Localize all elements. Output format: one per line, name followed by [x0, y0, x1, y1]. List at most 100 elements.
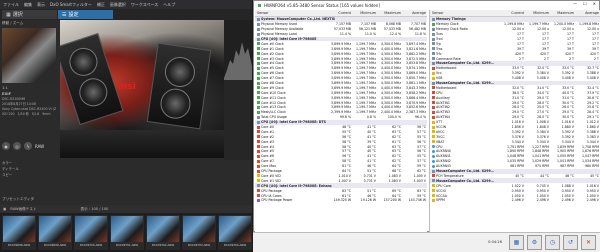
sensor-row[interactable]: Core #2 Clock 3,899.9 MHz 1,199.7 MHz 4,300… — [255, 51, 427, 56]
menu-item[interactable]: 表示 — [37, 2, 45, 8]
sensor-row[interactable]: Core #5 Clock 3,899.9 MHz 1,199.7 MHz 4,400… — [255, 66, 427, 71]
column-header[interactable]: Maximum — [550, 11, 575, 15]
film-thumbnail[interactable]: DSC09704.ARW — [218, 215, 252, 250]
sensor-row[interactable]: Core #6 56 °C 41 °C 62 °C 55 °C — [255, 154, 427, 159]
tab-select[interactable]: ▦ 選択 — [2, 10, 57, 19]
film-thumbnail[interactable]: DSC09699.ARW — [38, 215, 72, 250]
sensor-row[interactable]: Motherboard 33.0 °C 32.0 °C 33.0 °C 32.7 °C — [430, 66, 600, 71]
sensor-row[interactable]: AUXFAN2 1,035 RPM 1,029 RPM 1,041 RPM 1,034 … — [430, 159, 600, 164]
sensor-row[interactable]: Mesh/LLC Clock 2,399.9 MHz 1,199.7 MHz 2,40… — [255, 110, 427, 115]
sensor-row[interactable]: Core #0 Clock 3,899.9 MHz 1,199.7 MHz 4,300… — [255, 41, 427, 46]
menu-item[interactable]: 編集 — [24, 2, 32, 8]
menu-item[interactable]: ワークスペース — [131, 2, 158, 8]
sensor-row[interactable]: VSB 3.408 V 3.408 V 3.408 V 3.408 V — [430, 76, 600, 81]
sensor-row[interactable]: Physical Memory Load 11.4 % 11.0 % 12.4 % 11… — [255, 32, 427, 37]
sensor-row[interactable]: Core #7 58 °C 41 °C 62 °C 57 °C — [255, 159, 427, 164]
close-icon[interactable]: ✕ — [593, 1, 596, 6]
sensor-row[interactable]: AUXTIN3 29.0 °C 27.0 °C 29.0 °C 28.4 °C — [430, 110, 600, 115]
sensor-row[interactable]: Core #4 58 °C 40 °C 63 °C 57 °C — [255, 144, 427, 149]
column-header[interactable]: Maximum — [377, 11, 402, 15]
sensor-row[interactable]: VCCIN 1.856 V 1.848 V 1.880 V 1.860 V — [430, 125, 600, 130]
column-header[interactable]: Minimum — [525, 11, 550, 15]
sensor-row[interactable]: AUXTIN4 29.0 °C 28.0 °C 30.0 °C 29.1 °C — [430, 115, 600, 120]
sensor-row[interactable]: CPU Core 1.022 V 0.745 V 1.088 V 1.016 V — [430, 183, 600, 188]
sensor-row[interactable]: Motherboard 32.0 °C 31.0 °C 33.0 °C 32.4 °C — [430, 85, 600, 90]
sensor-row[interactable]: Core #10 Clock 3,899.9 MHz 1,199.7 MHz 4,30… — [255, 90, 427, 95]
sensor-row[interactable]: Core #3 58 °C 39 °C 61 °C 56 °C — [255, 139, 427, 144]
sensor-row[interactable]: Trp 17 T 17 T 17 T 17 T — [430, 41, 600, 46]
sensor-row[interactable]: Tras 39 T 39 T 39 T 39 T — [430, 46, 600, 51]
sensor-row[interactable]: AUXFAN3 981 RPM 975 RPM 987 RPM 980 RPM — [430, 164, 600, 169]
close-icon[interactable]: ✕ — [581, 235, 596, 250]
column-header[interactable]: Minimum — [352, 11, 377, 15]
sensor-row[interactable]: Trcd 17 T 17 T 17 T 17 T — [430, 37, 600, 42]
main-image-viewer[interactable]: msi — [60, 20, 224, 158]
sensor-row[interactable]: AUXTIN2 26.0 °C 25.0 °C 26.0 °C 25.8 °C — [430, 105, 600, 110]
film-thumbnail[interactable]: DSC09701.ARW — [110, 215, 144, 250]
settings-icon[interactable]: ⚙ — [527, 235, 542, 250]
maximize-icon[interactable]: ☐ — [583, 1, 587, 6]
menu-item[interactable]: 画像選択 — [110, 2, 126, 8]
sensor-row[interactable]: Physical Memory Available 57,033 MB 56,121… — [255, 27, 427, 32]
column-header[interactable]: Average — [402, 11, 427, 15]
reset-icon[interactable]: ↺ — [563, 235, 578, 250]
exif-header[interactable]: EXIF — [2, 90, 56, 97]
sensor-row[interactable]: Auxiliary 31.0 °C 29.0 °C 31.0 °C 30.6 °C — [430, 95, 600, 100]
sensor-row[interactable]: VPPM 2.496 V 2.496 V 2.496 V 2.496 V — [430, 198, 600, 203]
sensor-row[interactable]: Core #12 Clock 3,899.9 MHz 1,199.7 MHz 4,30… — [255, 100, 427, 105]
sensor-row[interactable]: CPU IA Cores 61 °C 46 °C 64 °C 59 °C — [255, 193, 427, 198]
sensor-row[interactable]: Core #7 Clock 3,899.9 MHz 1,199.7 MHz 4,300… — [255, 76, 427, 81]
sensor-row[interactable]: Memory Clock Ratio 12.00 x 12.00 x 12.00 x 1… — [430, 27, 600, 32]
column-header[interactable]: Current — [327, 11, 352, 15]
sensor-row[interactable]: Vcc 3.392 V 3.384 V 3.392 V 3.388 V — [430, 71, 600, 76]
sensor-row[interactable]: AUXTIN1 29.0 °C 28.0 °C 30.0 °C 29.2 °C — [430, 100, 600, 105]
film-thumbnail[interactable]: DSC09703.ARW — [182, 215, 216, 250]
minimize-icon[interactable]: — — [573, 1, 577, 6]
sensor-row[interactable]: VBAT 3.344 V 3.344 V 3.344 V 3.344 V — [430, 139, 600, 144]
sensor-row[interactable]: Core #1 55 °C 40 °C 63 °C 57 °C — [255, 129, 427, 134]
sensor-row[interactable]: Core #0 48 °C 41 °C 62 °C 56 °C — [255, 125, 427, 130]
menu-item[interactable]: DxO Smartフィルター — [50, 2, 92, 8]
palette-item[interactable]: コピー — [2, 172, 56, 178]
sensor-row[interactable]: Core #9 Clock 3,899.9 MHz 1,199.7 MHz 4,400… — [255, 85, 427, 90]
sensor-row[interactable]: Core #3 Clock 3,899.9 MHz 1,199.7 MHz 4,300… — [255, 56, 427, 61]
sensor-row[interactable]: Core #1 Clock 3,899.9 MHz 1,199.7 MHz 4,400… — [255, 46, 427, 51]
folder-path[interactable]: RAW画像テスト — [10, 207, 36, 212]
menu-item[interactable]: ファイル — [3, 2, 19, 8]
sensor-row[interactable]: Memory Clock 1,199.8 MHz 1,199.7 MHz 1,200.… — [430, 22, 600, 27]
column-header[interactable]: Sensor — [430, 11, 500, 15]
sensor-row[interactable]: 3VCC 3.376 V 3.376 V 3.392 V 3.383 V — [430, 134, 600, 139]
sensor-row[interactable]: Core #5 57 °C 40 °C 63 °C 56 °C — [255, 149, 427, 154]
film-thumbnail[interactable]: DSC09698.ARW — [2, 215, 36, 250]
column-header[interactable]: Current — [500, 11, 525, 15]
sensor-row[interactable]: Core #4 Clock 3,899.9 MHz 1,199.7 MHz 4,300… — [255, 61, 427, 66]
sensor-row[interactable]: CPU Package 64 °C 51 °C 68 °C 62 °C — [255, 169, 427, 174]
menu-item[interactable]: 補正 — [97, 2, 105, 8]
sensor-row[interactable]: Total CPU Usage 99.8 % 0.8 % 100.0 % 96.4 % — [255, 115, 427, 120]
sensor-row[interactable]: CPU 38.0 °C 34.0 °C 40.0 °C 37.9 °C — [430, 90, 600, 95]
sensor-row[interactable]: VCCIO 0.950 V 0.950 V 0.950 V 0.950 V — [430, 188, 600, 193]
sensor-row[interactable]: Core #1 VID 1.007 V 0.731 V 1.083 V 1.003 V — [255, 178, 427, 183]
sensor-row[interactable]: AUXFAN0 1,890 RPM 1,848 RPM 1,905 RPM 1,876 … — [430, 149, 600, 154]
sensor-row[interactable]: Core #13 Clock 3,899.9 MHz 1,199.7 MHz 4,40… — [255, 105, 427, 110]
column-header[interactable]: Average — [575, 11, 600, 15]
film-thumbnail[interactable]: DSC09702.ARW — [146, 215, 180, 250]
menu-item[interactable]: ヘルプ — [163, 2, 175, 8]
sensor-row[interactable]: Core #2 56 °C 41 °C 62 °C 55 °C — [255, 134, 427, 139]
navigator-header[interactable]: 移動 / ズーム — [2, 20, 56, 27]
sensor-row[interactable]: AVCC 3.392 V 3.384 V 3.392 V 3.388 V — [430, 129, 600, 134]
sensor-row[interactable]: AUXFAN1 1,048 RPM 1,041 RPM 1,055 RPM 1,047 … — [430, 154, 600, 159]
sensor-row[interactable]: CPU Package 63 °C 51 °C 69 °C 63 °C — [255, 188, 427, 193]
sensor-row[interactable]: Core #8 Clock 3,899.9 MHz 1,199.7 MHz 4,300… — [255, 81, 427, 86]
clock-icon[interactable]: ◷ — [545, 235, 560, 250]
sensor-row[interactable]: Tcas 17 T 17 T 17 T 17 T — [430, 32, 600, 37]
layout-icon[interactable]: ▦ — [509, 235, 524, 250]
sensor-row[interactable]: Physical Memory Used 7,157 MB 7,157 MB 8,06… — [255, 22, 427, 27]
sensor-row[interactable]: Command Rate 2 T 2 T 2 T 2 T — [430, 56, 600, 61]
sensor-row[interactable]: Core #11 Clock 3,899.9 MHz 1,199.7 MHz 4,30… — [255, 95, 427, 100]
tab-settings[interactable]: ☰ 設定 — [58, 10, 113, 19]
sensor-row[interactable]: Core Max 61 °C 46 °C 64 °C 59 °C — [255, 164, 427, 169]
sensor-row[interactable]: Core #6 Clock 3,899.9 MHz 1,199.7 MHz 4,300… — [255, 71, 427, 76]
navigator-thumbnail[interactable] — [2, 28, 56, 83]
sensor-row[interactable]: Trfc 420 T 420 T 420 T 420 T — [430, 51, 600, 56]
